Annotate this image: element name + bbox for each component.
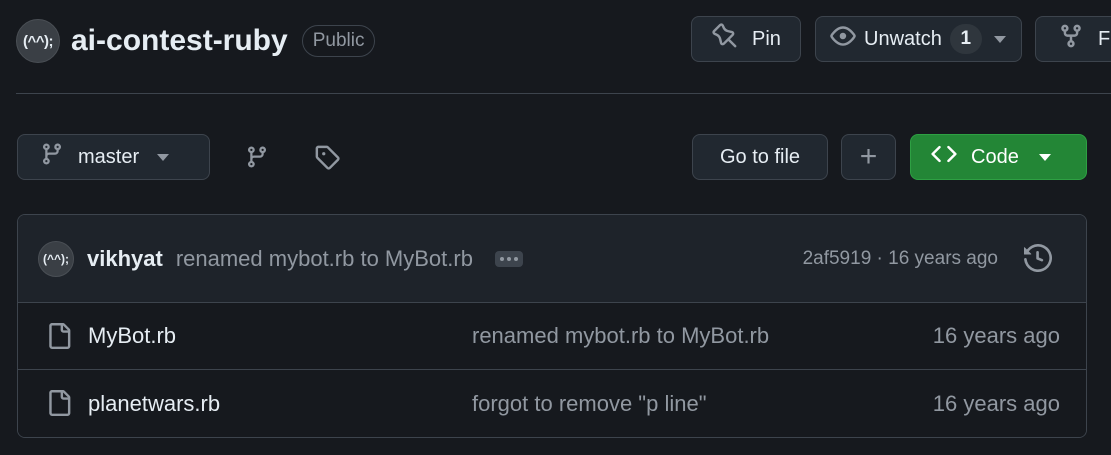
watch-count: 1 [949,24,982,54]
file-age: 16 years ago [932,323,1060,348]
file-commit-message[interactable]: renamed mybot.rb to MyBot.rb [472,323,769,349]
chevron-down-icon [1038,153,1051,161]
file-icon [46,323,72,354]
chevron-down-icon [157,153,170,161]
file-list: (^^); vikhyat renamed mybot.rb to MyBot.… [17,214,1087,438]
owner-avatar[interactable]: (^^); [16,19,60,63]
commit-meta[interactable]: 2af5919 · 16 years ago [803,248,998,270]
code-button[interactable]: Code [910,134,1087,180]
visibility-badge: Public [301,25,376,57]
ellipsis-dot [513,256,518,261]
author-avatar[interactable]: (^^); [38,240,74,277]
chevron-down-icon [993,35,1006,43]
unwatch-button[interactable]: Unwatch 1 [815,16,1022,62]
latest-commit-row: (^^); vikhyat renamed mybot.rb to MyBot.… [18,215,1086,303]
code-label: Code [971,145,1019,168]
git-branch-icon [40,142,64,172]
branches-link[interactable] [240,142,274,176]
expand-commit-button[interactable] [494,250,523,267]
eye-icon [830,23,856,55]
branch-select-button[interactable]: master [17,134,210,180]
file-row[interactable]: MyBot.rb renamed mybot.rb to MyBot.rb 16… [18,303,1086,370]
file-name[interactable]: MyBot.rb [88,323,176,349]
file-name[interactable]: planetwars.rb [88,391,220,417]
file-commit-message[interactable]: forgot to remove "p line" [472,391,707,417]
ellipsis-dot [499,256,504,261]
file-row[interactable]: planetwars.rb forgot to remove "p line" … [18,370,1086,437]
pin-icon [712,23,738,55]
fork-label: Fork [1098,27,1111,50]
repo-header: (^^); ai-contest-ruby Public [16,16,376,66]
repo-page: (^^); ai-contest-ruby Public Pin Unwatch… [0,0,1111,455]
tags-link[interactable] [310,142,344,176]
tag-icon [314,144,340,175]
commit-author[interactable]: vikhyat [87,246,163,272]
git-branch-icon [245,145,269,174]
unwatch-label: Unwatch [864,27,942,50]
fork-icon [1058,23,1084,55]
pin-label: Pin [752,27,781,50]
go-to-file-label: Go to file [719,145,801,168]
add-file-button[interactable]: + [841,134,896,180]
repo-name[interactable]: ai-contest-ruby [71,24,288,58]
file-age: 16 years ago [932,390,1060,416]
fork-button[interactable]: Fork [1035,16,1111,62]
ellipsis-dot [506,256,511,261]
pin-button[interactable]: Pin [691,16,801,62]
go-to-file-button[interactable]: Go to file [692,134,828,180]
header-divider [16,93,1111,94]
file-icon [46,390,72,421]
code-icon [931,141,957,173]
history-icon[interactable] [1024,243,1053,277]
commit-message[interactable]: renamed mybot.rb to MyBot.rb [176,246,473,272]
branch-name: master [78,145,140,168]
plus-icon: + [859,140,878,173]
